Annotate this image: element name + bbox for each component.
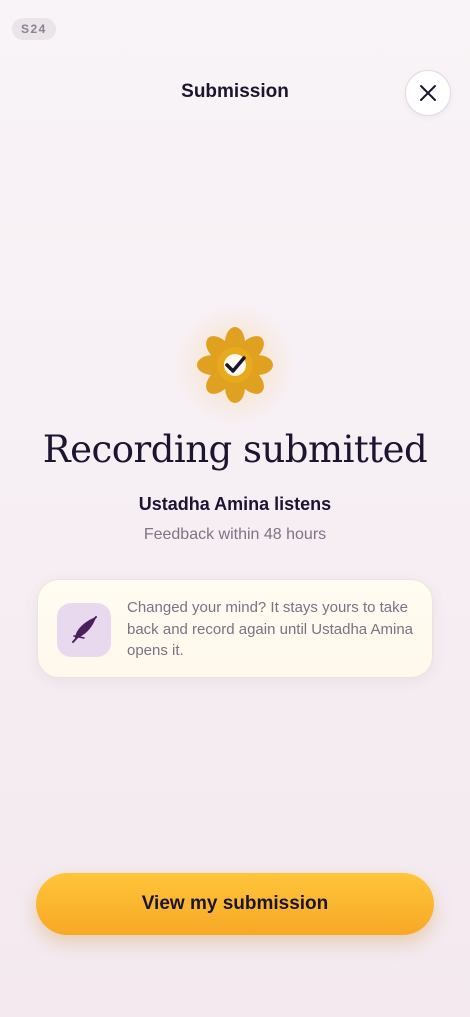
page-title: Submission xyxy=(181,81,289,102)
close-icon xyxy=(420,85,436,101)
screen-id-badge: S24 xyxy=(12,18,56,40)
card-icon-tile xyxy=(57,603,111,657)
view-submission-button[interactable]: View my submission xyxy=(36,873,434,935)
feedback-eta: Feedback within 48 hours xyxy=(143,526,327,543)
close-button[interactable] xyxy=(405,70,451,116)
retract-info-card: Changed your mind? It stays yours to tak… xyxy=(37,579,433,678)
retract-info-text: Changed your mind? It stays yours to tak… xyxy=(127,599,414,659)
teacher-line: Ustadha Amina listens xyxy=(138,494,332,514)
flower-check-icon xyxy=(197,327,273,403)
quill-icon xyxy=(72,616,97,643)
confirmation-headline: Recording submitted xyxy=(42,428,428,471)
